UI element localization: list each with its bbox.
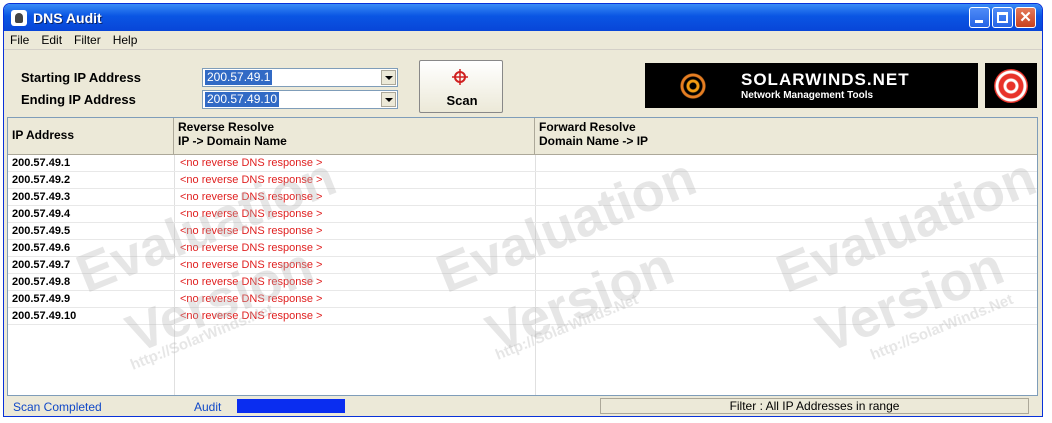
ip-header-label: IP Address (12, 128, 75, 142)
table-row[interactable]: 200.57.49.5 <no reverse DNS response > (8, 223, 1037, 240)
reverse-cell: <no reverse DNS response > (180, 259, 323, 271)
solarwinds-swirl-icon (679, 72, 707, 100)
table-body: 200.57.49.1 <no reverse DNS response > 20… (8, 155, 1037, 325)
reverse-cell: <no reverse DNS response > (180, 310, 323, 322)
crosshair-icon (452, 69, 468, 85)
table-row[interactable]: 200.57.49.3 <no reverse DNS response > (8, 189, 1037, 206)
reverse-cell: <no reverse DNS response > (180, 208, 323, 220)
audit-label: Audit (194, 400, 222, 414)
starting-ip-label: Starting IP Address (21, 70, 141, 85)
table-row[interactable]: 200.57.49.10 <no reverse DNS response > (8, 308, 1037, 325)
table-row[interactable]: 200.57.49.9 <no reverse DNS response > (8, 291, 1037, 308)
ip-cell: 200.57.49.9 (12, 293, 71, 305)
reverse-cell: <no reverse DNS response > (180, 157, 323, 169)
reverse-cell: <no reverse DNS response > (180, 225, 323, 237)
column-header-forward[interactable]: Forward Resolve Domain Name -> IP (535, 118, 1037, 154)
reverse-cell: <no reverse DNS response > (180, 242, 323, 254)
starting-ip-combo[interactable]: 200.57.49.1 (202, 68, 398, 87)
scan-label: Scan (446, 93, 478, 108)
close-icon: ✕ (1019, 9, 1032, 26)
column-header-reverse[interactable]: Reverse Resolve IP -> Domain Name (174, 118, 535, 154)
results-table: IP Address Reverse Resolve IP -> Domain … (7, 117, 1038, 396)
toolbar-panel: Starting IP Address 200.57.49.1 Ending I… (4, 50, 1042, 116)
reverse-header-line2: IP -> Domain Name (178, 134, 287, 148)
title-bar[interactable]: DNS Audit ✕ (4, 4, 1042, 31)
menu-bar: File Edit Filter Help (4, 31, 1042, 50)
column-header-ip[interactable]: IP Address (8, 118, 174, 154)
app-icon (11, 9, 27, 26)
reverse-cell: <no reverse DNS response > (180, 276, 323, 288)
ip-cell: 200.57.49.3 (12, 191, 71, 203)
ip-cell: 200.57.49.5 (12, 225, 71, 237)
table-header: IP Address Reverse Resolve IP -> Domain … (8, 118, 1037, 155)
window-title: DNS Audit (33, 9, 102, 26)
spiral-icon (994, 69, 1028, 103)
logo-brand-text: SOLARWINDS.NET (741, 70, 910, 89)
table-row[interactable]: 200.57.49.1 <no reverse DNS response > (8, 155, 1037, 172)
audit-progress-bar (237, 399, 345, 413)
chevron-down-icon[interactable] (381, 70, 396, 85)
ending-ip-combo[interactable]: 200.57.49.10 (202, 90, 398, 109)
menu-file[interactable]: File (4, 33, 35, 47)
menu-filter[interactable]: Filter (68, 33, 107, 47)
scan-button[interactable]: Scan (419, 60, 503, 113)
table-row[interactable]: 200.57.49.6 <no reverse DNS response > (8, 240, 1037, 257)
table-row[interactable]: 200.57.49.4 <no reverse DNS response > (8, 206, 1037, 223)
reverse-cell: <no reverse DNS response > (180, 191, 323, 203)
status-text: Scan Completed (13, 400, 102, 414)
ip-cell: 200.57.49.8 (12, 276, 71, 288)
table-row[interactable]: 200.57.49.8 <no reverse DNS response > (8, 274, 1037, 291)
maximize-button[interactable] (992, 7, 1013, 28)
forward-header-line1: Forward Resolve (539, 120, 636, 134)
ip-cell: 200.57.49.1 (12, 157, 71, 169)
ip-cell: 200.57.49.4 (12, 208, 71, 220)
menu-help[interactable]: Help (107, 33, 144, 47)
reverse-cell: <no reverse DNS response > (180, 174, 323, 186)
solarwinds-logo-banner: SOLARWINDS.NET Network Management Tools (645, 63, 978, 108)
ip-cell: 200.57.49.10 (12, 310, 77, 322)
filter-status: Filter : All IP Addresses in range (600, 398, 1029, 414)
reverse-cell: <no reverse DNS response > (180, 293, 323, 305)
ip-cell: 200.57.49.7 (12, 259, 71, 271)
chevron-down-icon[interactable] (381, 92, 396, 107)
ip-cell: 200.57.49.6 (12, 242, 71, 254)
close-button[interactable]: ✕ (1015, 7, 1036, 28)
minimize-icon (975, 20, 983, 23)
ip-cell: 200.57.49.2 (12, 174, 71, 186)
menu-edit[interactable]: Edit (35, 33, 68, 47)
app-window: DNS Audit ✕ File Edit Filter Help Starti… (3, 3, 1043, 417)
reverse-header-line1: Reverse Resolve (178, 120, 275, 134)
table-row[interactable]: 200.57.49.7 <no reverse DNS response > (8, 257, 1037, 274)
status-bar: Scan Completed Audit Filter : All IP Add… (4, 397, 1042, 416)
ending-ip-label: Ending IP Address (21, 92, 136, 107)
table-row[interactable]: 200.57.49.2 <no reverse DNS response > (8, 172, 1037, 189)
forward-header-line2: Domain Name -> IP (539, 134, 649, 148)
window-controls: ✕ (969, 7, 1036, 28)
starting-ip-value: 200.57.49.1 (205, 70, 273, 85)
maximize-icon (997, 12, 1008, 23)
logo-tagline: Network Management Tools (741, 90, 874, 101)
spiral-logo (985, 63, 1037, 108)
minimize-button[interactable] (969, 7, 990, 28)
ending-ip-value: 200.57.49.10 (205, 92, 280, 107)
